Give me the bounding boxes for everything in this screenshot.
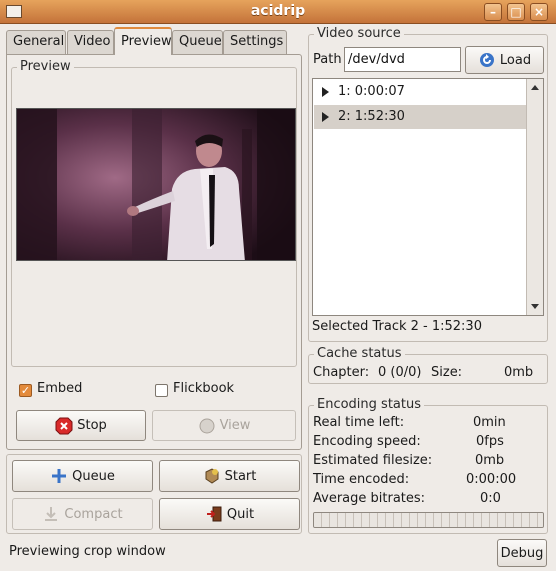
chapter-label: Chapter: [313,365,370,380]
real-time-left-label: Real time left: [313,415,405,430]
track-label: 2: 1:52:30 [338,109,405,124]
track-list[interactable]: 1: 0:00:07 2: 1:52:30 [312,78,544,316]
size-label: Size: [431,365,463,380]
estimated-filesize-value: 0mb [475,453,505,468]
average-bitrates-value: 0:0 [480,491,501,506]
size-value: 0mb [504,365,534,380]
close-icon[interactable]: × [530,3,548,21]
scroll-up-icon[interactable] [531,85,539,90]
embed-label: Embed [37,381,83,396]
load-label: Load [499,52,532,68]
debug-button[interactable]: Debug [497,539,547,567]
flickbook-label: Flickbook [173,381,235,396]
time-encoded-label: Time encoded: [313,472,410,487]
expander-icon[interactable] [322,112,329,122]
maximize-icon[interactable]: □ [507,3,525,21]
track-row[interactable]: 2: 1:52:30 [314,105,526,129]
compact-label: Compact [64,506,123,522]
track-row[interactable]: 1: 0:00:07 [314,80,526,104]
encoding-progress-bar [313,512,544,528]
start-button[interactable]: Start [159,460,300,492]
scroll-down-icon[interactable] [531,304,539,309]
estimated-filesize-label: Estimated filesize: [313,453,433,468]
tab-settings[interactable]: Settings [223,30,287,54]
expander-icon[interactable] [322,87,329,97]
track-list-scrollbar[interactable] [526,79,543,315]
encoding-speed-value: 0fps [476,434,504,449]
stop-button[interactable]: Stop [16,410,146,441]
exit-icon [205,505,223,523]
minimize-icon[interactable]: – [484,3,502,21]
view-label: View [219,418,251,433]
quit-button[interactable]: Quit [159,498,300,530]
track-label: 1: 0:00:07 [338,84,405,99]
cache-status-label: Cache status [314,346,405,362]
stop-icon [55,417,73,435]
selected-track-text: Selected Track 2 - 1:52:30 [312,319,482,334]
refresh-icon [478,51,496,69]
queue-label: Queue [72,468,115,484]
path-input[interactable] [344,47,461,72]
flickbook-checkbox[interactable] [155,384,168,397]
debug-label: Debug [500,545,544,561]
start-label: Start [224,468,257,484]
download-icon [42,505,60,523]
real-time-left-value: 0min [473,415,506,430]
start-icon [203,467,221,485]
load-button[interactable]: Load [465,46,544,74]
encoding-status-label: Encoding status [314,397,424,413]
encoding-speed-label: Encoding speed: [313,434,421,449]
time-encoded-value: 0:00:00 [466,472,517,487]
stop-label: Stop [77,418,107,433]
embed-checkbox[interactable]: ✓ [19,384,32,397]
tab-video[interactable]: Video [67,30,114,54]
plus-icon [50,467,68,485]
quit-label: Quit [226,506,255,522]
queue-button[interactable]: Queue [12,460,153,492]
status-message: Previewing crop window [9,544,166,559]
title-bar: acidrip – □ × [0,0,556,24]
progress-track [314,513,543,527]
video-preview-image [16,108,296,261]
path-label: Path [313,52,342,67]
average-bitrates-label: Average bitrates: [313,491,426,506]
chapter-value: 0 (0/0) [378,365,422,380]
status-bar: Previewing crop window Debug [0,537,556,571]
preview-frame-label: Preview [17,59,74,75]
view-button[interactable]: View [152,410,296,441]
tab-preview[interactable]: Preview [114,27,172,55]
view-icon [198,417,216,435]
video-source-label: Video source [314,26,404,42]
window-title: acidrip [250,3,306,19]
tab-general[interactable]: General [6,30,66,54]
tab-queue[interactable]: Queue [172,30,223,54]
compact-button[interactable]: Compact [12,498,153,530]
